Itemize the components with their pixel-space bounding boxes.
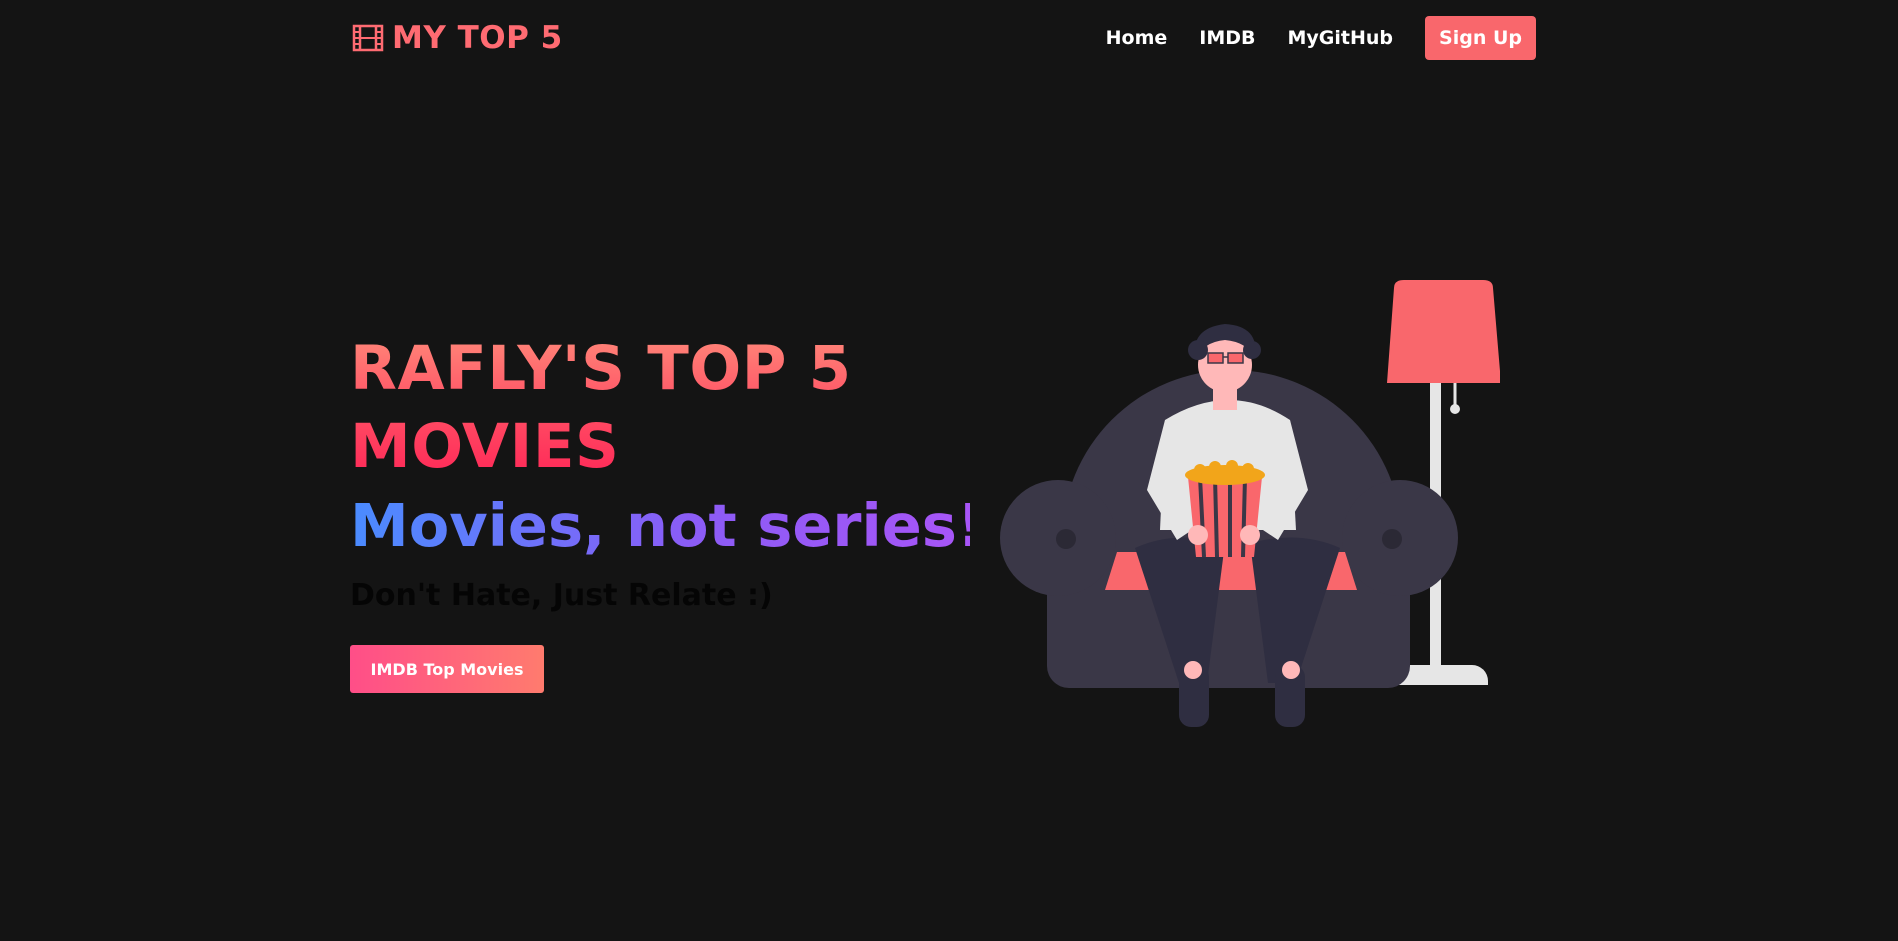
nav-link-imdb[interactable]: IMDB xyxy=(1199,27,1255,49)
hero-subtitle: Movies, not series! xyxy=(350,488,984,564)
imdb-top-movies-button[interactable]: IMDB Top Movies xyxy=(350,645,544,693)
navbar: MY TOP 5 Home IMDB MyGitHub Sign Up xyxy=(352,16,1536,60)
film-icon xyxy=(352,24,384,52)
hero-section: RAFLY'S TOP 5 MOVIES Movies, not series!… xyxy=(350,330,984,693)
nav-links: Home IMDB MyGitHub Sign Up xyxy=(1074,16,1536,60)
person-watching-movie-illustration xyxy=(1000,280,1501,754)
hero-title-line-1: RAFLY'S TOP 5 xyxy=(350,333,852,404)
page: MY TOP 5 Home IMDB MyGitHub Sign Up RAFL… xyxy=(0,0,1898,941)
sign-up-button[interactable]: Sign Up xyxy=(1425,16,1536,60)
brand-text: MY TOP 5 xyxy=(392,20,563,56)
brand-logo[interactable]: MY TOP 5 xyxy=(352,20,563,56)
hero-title: RAFLY'S TOP 5 MOVIES xyxy=(350,330,970,486)
nav-link-mygithub[interactable]: MyGitHub xyxy=(1287,27,1393,49)
hero-title-line-2: MOVIES xyxy=(350,411,620,482)
nav-link-home[interactable]: Home xyxy=(1106,27,1168,49)
hero-tagline: Don't Hate, Just Relate :) xyxy=(350,578,773,613)
